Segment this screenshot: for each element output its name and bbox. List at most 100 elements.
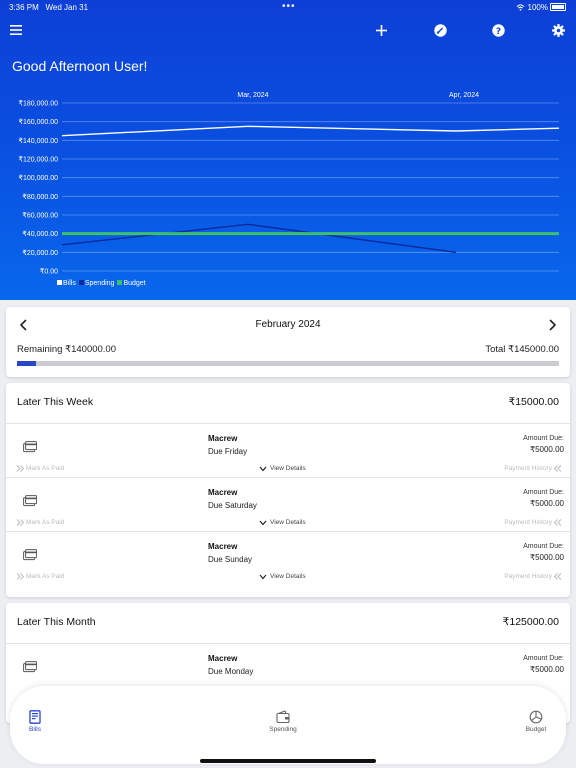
y-tick-label: ₹180,000.00 <box>19 100 59 108</box>
view-details-button[interactable]: View Details <box>259 519 306 526</box>
gear-icon[interactable] <box>548 20 568 40</box>
menu-icon[interactable] <box>6 20 26 40</box>
month-navigator: February 2024 Remaining ₹140000.00 Total… <box>6 307 570 377</box>
tab-spending[interactable]: Spending <box>253 710 313 733</box>
legend-item-spending: Spending <box>78 280 115 287</box>
double-chevron-left-icon <box>553 573 562 580</box>
legend-label-budget: Budget <box>123 280 146 287</box>
chevron-down-icon <box>259 520 267 525</box>
x-tick-label: Mar, 2024 <box>237 92 268 99</box>
gauge-icon[interactable] <box>430 20 450 40</box>
bill-due: Due Friday <box>208 447 248 456</box>
tab-budget[interactable]: Budget <box>506 710 566 733</box>
double-chevron-right-icon <box>16 465 25 472</box>
budget-progress-bar <box>17 361 559 366</box>
amount-due-label: Amount Due: <box>523 489 564 496</box>
svg-text:?: ? <box>495 26 500 36</box>
bills-icon <box>29 710 41 724</box>
battery-percent: 100% <box>527 3 548 12</box>
header-panel: 3:36 PM Wed Jan 31 ••• 100% ? Good After… <box>0 0 576 300</box>
home-indicator <box>200 759 376 763</box>
payment-history-label: Payment History <box>504 573 552 580</box>
credit-card-icon <box>23 495 37 507</box>
help-icon[interactable]: ? <box>488 20 508 40</box>
view-details-button[interactable]: View Details <box>259 573 306 580</box>
legend-item-bills: Bills <box>57 280 76 287</box>
mark-as-paid-button[interactable]: Mark As Paid <box>16 573 64 580</box>
bill-row[interactable]: Macrew Due Sunday Amount Due: ₹5000.00 M… <box>6 532 570 585</box>
overview-chart: ₹180,000.00 ₹160,000.00 ₹140,000.00 ₹120,00… <box>19 92 560 276</box>
payment-history-label: Payment History <box>504 465 552 472</box>
status-time: 3:36 PM Wed Jan 31 <box>9 3 88 12</box>
bill-row[interactable]: Macrew Due Saturday Amount Due: ₹5000.00… <box>6 478 570 532</box>
multitask-dots[interactable]: ••• <box>282 1 296 12</box>
bill-due: Due Monday <box>208 667 254 676</box>
double-chevron-left-icon <box>553 519 562 526</box>
status-time-text: 3:36 PM <box>9 3 39 12</box>
mark-as-paid-label: Mark As Paid <box>26 465 65 472</box>
bill-name: Macrew <box>208 542 238 551</box>
payment-history-button[interactable]: Payment History <box>504 573 562 580</box>
amount-due-value: ₹5000.00 <box>529 665 564 674</box>
bill-row[interactable]: Macrew Due Friday Amount Due: ₹5000.00 M… <box>6 424 570 478</box>
chevron-down-icon <box>259 466 267 471</box>
status-date: Wed Jan 31 <box>45 3 89 12</box>
tab-bills[interactable]: Bills <box>5 710 65 733</box>
series-line-spending <box>61 223 457 254</box>
legend-item-budget: Budget <box>117 280 146 287</box>
status-bar: 3:36 PM Wed Jan 31 ••• 100% <box>0 0 576 16</box>
double-chevron-left-icon <box>553 465 562 472</box>
section-amount: ₹125000.00 <box>502 616 559 628</box>
legend-label-spending: Spending <box>84 280 115 287</box>
mark-as-paid-button[interactable]: Mark As Paid <box>16 519 64 526</box>
y-tick-label: ₹60,000.00 <box>22 212 58 220</box>
payment-history-label: Payment History <box>504 519 552 526</box>
budget-icon <box>529 710 543 724</box>
amount-due-label: Amount Due: <box>523 543 564 550</box>
legend-label-bills: Bills <box>63 280 76 287</box>
section-title: Later This Week <box>17 396 94 408</box>
add-icon[interactable] <box>371 20 391 40</box>
amount-due-label: Amount Due: <box>523 655 564 662</box>
credit-card-icon <box>23 441 37 453</box>
y-tick-label: ₹100,000.00 <box>19 174 59 182</box>
x-tick-label: Apr, 2024 <box>449 92 479 99</box>
tab-label-bills: Bills <box>29 726 41 733</box>
y-tick-label: ₹160,000.00 <box>19 118 59 126</box>
chevron-down-icon <box>259 574 267 579</box>
bottom-tab-bar: Bills Spending Budget <box>10 686 566 764</box>
y-tick-label: ₹20,000.00 <box>22 249 58 257</box>
greeting-text: Good Afternoon User! <box>12 58 148 74</box>
mark-as-paid-label: Mark As Paid <box>26 573 65 580</box>
view-details-label: View Details <box>270 465 306 472</box>
section-later-this-week: Later This Week ₹15000.00 Macrew Due Fri… <box>6 383 570 597</box>
total-amount: Total ₹145000.00 <box>485 344 559 355</box>
section-header: Later This Month ₹125000.00 <box>6 603 570 644</box>
amount-due-value: ₹5000.00 <box>529 445 564 454</box>
month-title: February 2024 <box>255 319 321 330</box>
mark-as-paid-button[interactable]: Mark As Paid <box>16 465 64 472</box>
section-amount: ₹15000.00 <box>508 396 559 408</box>
payment-history-button[interactable]: Payment History <box>504 519 562 526</box>
payment-history-button[interactable]: Payment History <box>504 465 562 472</box>
view-details-button[interactable]: View Details <box>259 465 306 472</box>
credit-card-icon <box>23 661 37 673</box>
budget-progress-fill <box>17 361 36 366</box>
double-chevron-right-icon <box>16 573 25 580</box>
tab-label-spending: Spending <box>269 726 297 733</box>
view-details-label: View Details <box>270 573 306 580</box>
amount-due-value: ₹5000.00 <box>529 553 564 562</box>
tab-label-budget: Budget <box>525 726 547 733</box>
bill-name: Macrew <box>208 434 238 443</box>
remaining-amount: Remaining ₹140000.00 <box>17 344 117 355</box>
mark-as-paid-label: Mark As Paid <box>26 519 65 526</box>
chevron-right-icon[interactable] <box>542 315 562 335</box>
battery-icon <box>550 3 566 11</box>
y-tick-label: ₹120,000.00 <box>19 156 59 164</box>
amount-due-value: ₹5000.00 <box>529 499 564 508</box>
section-header: Later This Week ₹15000.00 <box>6 383 570 424</box>
wallet-icon <box>276 710 290 724</box>
status-right: 100% <box>516 3 566 12</box>
amount-due-label: Amount Due: <box>523 435 564 442</box>
credit-card-icon <box>23 549 37 561</box>
